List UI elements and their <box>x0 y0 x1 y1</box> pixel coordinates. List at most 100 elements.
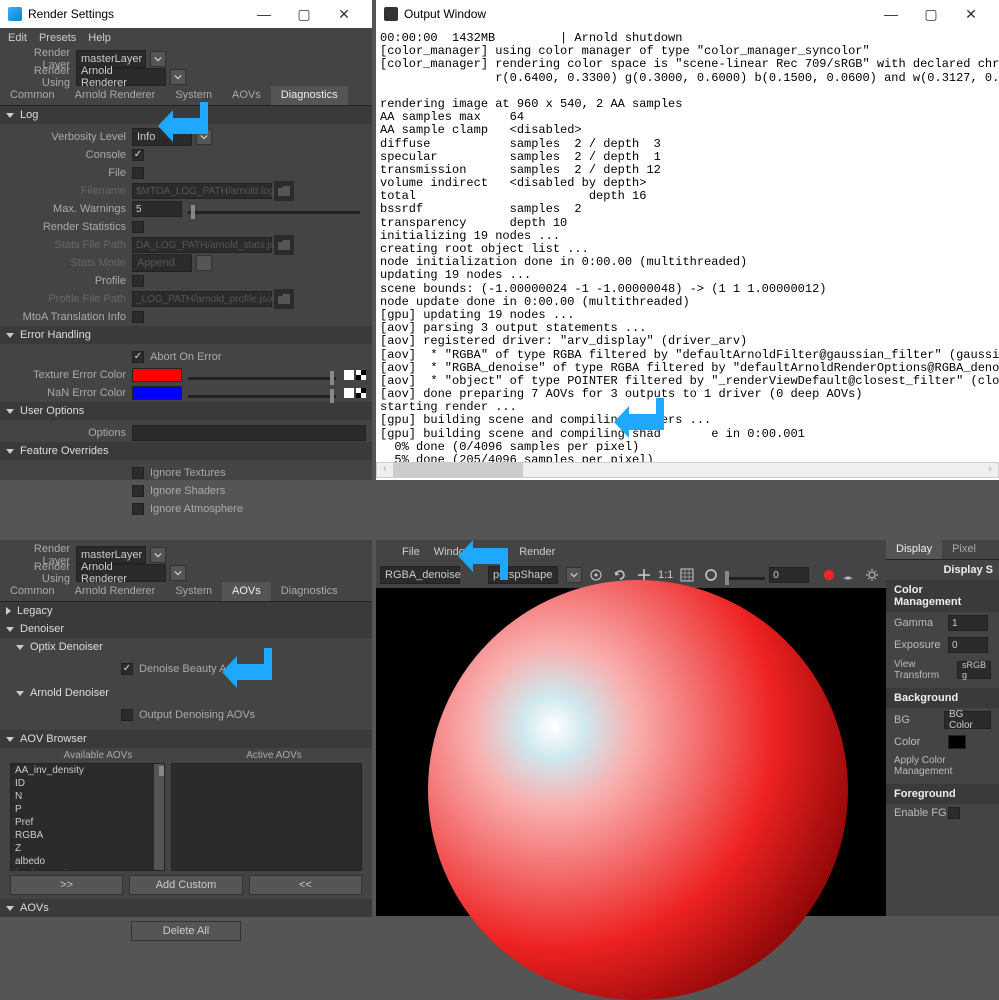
grid-icon[interactable] <box>677 565 697 585</box>
active-aovs-list[interactable] <box>171 763 362 871</box>
tab-aovs[interactable]: AOVs <box>222 582 271 601</box>
close-button[interactable]: ✕ <box>324 0 364 28</box>
tab-common[interactable]: Common <box>0 86 65 105</box>
list-scrollbar[interactable] <box>154 764 164 870</box>
aovs-section[interactable]: AOVs <box>0 899 372 917</box>
close-button[interactable]: ✕ <box>951 0 991 28</box>
output-title: Output Window <box>404 7 486 21</box>
display-settings-title: Display S <box>886 560 999 580</box>
chevron-down-icon[interactable] <box>170 565 186 581</box>
denoiser-section[interactable]: Denoiser <box>0 620 372 638</box>
filename-label: Filename <box>6 185 132 197</box>
ignore-textures-checkbox[interactable] <box>132 467 144 479</box>
stats-mode-label: Stats Mode <box>6 257 132 269</box>
console-checkbox[interactable] <box>132 149 144 161</box>
render-statistics-checkbox[interactable] <box>132 221 144 233</box>
delete-all-button[interactable]: Delete All <box>131 921 241 941</box>
add-custom-button[interactable]: Add Custom <box>129 875 242 895</box>
render-using-dropdown[interactable]: Arnold Renderer <box>76 68 166 86</box>
mtoa-translation-checkbox[interactable] <box>132 311 144 323</box>
optix-denoiser-section[interactable]: Optix Denoiser <box>0 638 372 656</box>
minimize-button[interactable]: — <box>244 0 284 28</box>
maximize-button[interactable]: ▢ <box>911 0 951 28</box>
max-warnings-slider[interactable] <box>188 211 360 214</box>
tab-pixel[interactable]: Pixel <box>942 540 986 559</box>
verbosity-label: Verbosity Level <box>6 131 132 143</box>
error-handling-section[interactable]: Error Handling <box>0 326 372 344</box>
console-label: Console <box>6 149 132 161</box>
abort-on-error-checkbox[interactable] <box>132 351 144 363</box>
minimize-button[interactable]: — <box>871 0 911 28</box>
user-options-section[interactable]: User Options <box>0 402 372 420</box>
menu-file[interactable]: File <box>402 546 420 558</box>
folder-icon <box>274 235 294 255</box>
file-label: File <box>6 167 132 179</box>
chevron-down-icon[interactable] <box>170 69 186 85</box>
legacy-section[interactable]: Legacy <box>0 602 372 620</box>
render-viewport[interactable] <box>376 588 886 916</box>
render-using-dropdown[interactable]: Arnold Renderer <box>76 564 166 582</box>
tab-common[interactable]: Common <box>0 582 65 601</box>
foreground-header: Foreground <box>886 784 999 804</box>
menu-help[interactable]: Help <box>88 32 111 44</box>
checker-icon[interactable] <box>356 370 366 380</box>
chevron-down-icon[interactable] <box>566 567 582 583</box>
ignore-shaders-label: Ignore Shaders <box>150 485 225 497</box>
profile-checkbox[interactable] <box>132 275 144 287</box>
apply-color-management-label[interactable]: Apply Color Management <box>886 752 999 780</box>
tab-aovs[interactable]: AOVs <box>222 86 271 105</box>
tab-display[interactable]: Display <box>886 540 942 559</box>
bg-label: BG <box>894 714 944 726</box>
maximize-button[interactable]: ▢ <box>284 0 324 28</box>
denoise-beauty-checkbox[interactable] <box>121 663 133 675</box>
ignore-shaders-checkbox[interactable] <box>132 485 144 497</box>
output-denoising-label: Output Denoising AOVs <box>139 709 255 721</box>
gamma-field[interactable]: 1 <box>948 615 988 631</box>
horizontal-scrollbar[interactable]: ‹ › <box>376 462 999 478</box>
background-header: Background <box>886 688 999 708</box>
checker-icon[interactable] <box>356 388 366 398</box>
tab-system[interactable]: System <box>165 582 222 601</box>
output-titlebar: Output Window — ▢ ✕ <box>376 0 999 28</box>
zoom-value[interactable]: 0 <box>769 567 809 583</box>
nan-error-slider[interactable] <box>188 395 336 398</box>
nan-error-color-swatch[interactable] <box>132 386 182 400</box>
arnold-denoiser-section[interactable]: Arnold Denoiser <box>0 684 372 702</box>
options-label: Options <box>6 427 132 439</box>
output-denoising-checkbox[interactable] <box>121 709 133 721</box>
stats-mode-dropdown: Append <box>132 254 192 272</box>
menu-edit[interactable]: Edit <box>8 32 27 44</box>
menu-presets[interactable]: Presets <box>39 32 76 44</box>
ignore-atmosphere-label: Ignore Atmosphere <box>150 503 243 515</box>
move-left-button[interactable]: << <box>249 875 362 895</box>
options-field[interactable] <box>132 425 366 441</box>
feature-overrides-section[interactable]: Feature Overrides <box>0 442 372 460</box>
view-transform-label: View Transform <box>894 659 957 681</box>
gear-icon[interactable] <box>862 565 882 585</box>
exposure-field[interactable]: 0 <box>948 637 988 653</box>
nan-error-color-label: NaN Error Color <box>6 387 132 399</box>
broadcast-icon[interactable] <box>838 565 858 585</box>
tab-diagnostics[interactable]: Diagnostics <box>271 86 348 105</box>
profile-file-path-label: Profile File Path <box>6 293 132 305</box>
tab-diagnostics[interactable]: Diagnostics <box>271 582 348 601</box>
enable-fg-checkbox[interactable] <box>948 807 960 819</box>
aov-browser-section[interactable]: AOV Browser <box>0 730 372 748</box>
texture-error-slider[interactable] <box>188 377 336 380</box>
aov-dropdown[interactable]: RGBA_denoise <box>380 566 460 584</box>
texture-error-color-swatch[interactable] <box>132 368 182 382</box>
max-warnings-field[interactable]: 5 <box>132 201 182 217</box>
render-settings-aovs-panel: Render Layer masterLayer Render Using Ar… <box>0 540 372 916</box>
focus-icon[interactable] <box>701 565 721 585</box>
file-checkbox[interactable] <box>132 167 144 179</box>
ignore-atmosphere-checkbox[interactable] <box>132 503 144 515</box>
record-icon[interactable] <box>824 570 834 580</box>
bg-color-swatch[interactable] <box>948 735 966 749</box>
move-right-button[interactable]: >> <box>10 875 123 895</box>
zoom-slider[interactable] <box>725 577 765 580</box>
available-aovs-list[interactable]: AA_inv_density ID N P Pref RGBA Z albedo… <box>10 763 165 871</box>
ratio-label[interactable]: 1:1 <box>658 569 673 581</box>
bg-dropdown[interactable]: BG Color <box>944 711 991 729</box>
menu-render[interactable]: Render <box>519 546 555 558</box>
view-transform-dropdown[interactable]: sRGB g <box>957 661 991 679</box>
